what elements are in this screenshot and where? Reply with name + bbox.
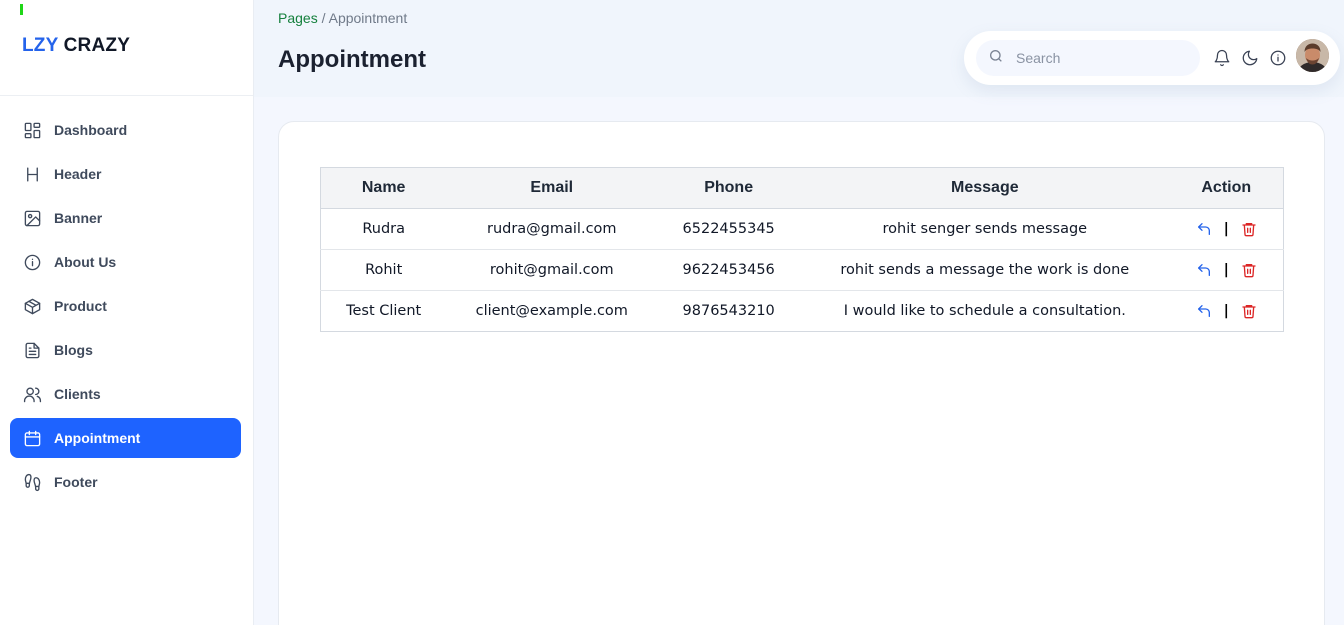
cell-actions: | xyxy=(1169,208,1284,250)
column-header-email: Email xyxy=(446,167,658,209)
sidebar-item-product[interactable]: Product xyxy=(10,286,241,326)
sidebar-item-appointment[interactable]: Appointment xyxy=(10,418,241,458)
users-icon xyxy=(22,384,42,404)
dashboard-icon xyxy=(22,120,42,140)
trash-icon[interactable] xyxy=(1241,221,1257,237)
sidebar-item-footer[interactable]: Footer xyxy=(10,462,241,502)
avatar[interactable] xyxy=(1296,39,1329,72)
brand-part-1: LZY xyxy=(22,35,59,56)
cell-name: Test Client xyxy=(346,303,422,319)
sidebar-item-label: About Us xyxy=(54,254,117,270)
column-header-action: Action xyxy=(1169,167,1284,209)
table-row: Rudra rudra@gmail.com 6522455345 rohit s… xyxy=(320,208,1284,250)
cell-name: Rudra xyxy=(320,208,447,250)
cell-message: I would like to schedule a consultation. xyxy=(843,303,1126,319)
sidebar-item-header[interactable]: Header xyxy=(10,154,241,194)
sidebar: LZY CRAZY Dashboard Header Banner About … xyxy=(0,0,254,625)
sidebar-item-label: Footer xyxy=(54,474,98,490)
info-icon xyxy=(22,252,42,272)
top-bar: Pages / Appointment Appointment xyxy=(254,0,1344,97)
heading-icon xyxy=(22,164,42,184)
sidebar-item-label: Banner xyxy=(54,210,103,226)
sidebar-item-clients[interactable]: Clients xyxy=(10,374,241,414)
column-header-message: Message xyxy=(800,167,1170,209)
brand-part-2: CRAZY xyxy=(63,35,131,56)
appointment-table: Name Email Phone Message Action Rudra ru… xyxy=(320,167,1284,332)
footprints-icon xyxy=(22,472,42,492)
cell-actions: | xyxy=(1170,291,1284,332)
sidebar-item-dashboard[interactable]: Dashboard xyxy=(10,110,241,150)
cell-phone: 9876543210 xyxy=(682,303,775,319)
sidebar-item-label: Appointment xyxy=(54,430,141,446)
cell-phone: 6522455345 xyxy=(657,208,801,250)
trash-icon[interactable] xyxy=(1241,303,1257,319)
cell-name: Rohit xyxy=(320,249,447,291)
calendar-icon xyxy=(22,428,42,448)
image-icon xyxy=(22,208,42,228)
reply-icon[interactable] xyxy=(1196,262,1212,278)
column-header-name: Name xyxy=(320,167,447,209)
info-icon[interactable] xyxy=(1269,49,1287,67)
divider xyxy=(0,95,253,96)
cell-email: rudra@gmail.com xyxy=(446,208,658,250)
appointment-card: Name Email Phone Message Action Rudra ru… xyxy=(278,121,1325,625)
action-separator: | xyxy=(1223,221,1229,237)
sidebar-nav: Dashboard Header Banner About Us Product xyxy=(10,110,241,506)
sidebar-item-about-us[interactable]: About Us xyxy=(10,242,241,282)
search-icon xyxy=(988,48,1004,69)
sidebar-item-banner[interactable]: Banner xyxy=(10,198,241,238)
table-row: Rohit rohit@gmail.com 9622453456 rohit s… xyxy=(320,249,1284,291)
action-separator: | xyxy=(1223,262,1229,278)
sidebar-item-blogs[interactable]: Blogs xyxy=(10,330,241,370)
sidebar-item-label: Dashboard xyxy=(54,122,128,138)
box-icon xyxy=(22,296,42,316)
table-row: Test Client client@example.com 987654321… xyxy=(321,291,1284,332)
sidebar-item-label: Blogs xyxy=(54,342,93,358)
cell-email: rohit@gmail.com xyxy=(446,249,658,291)
reply-icon[interactable] xyxy=(1196,221,1212,237)
cell-phone: 9622453456 xyxy=(657,249,801,291)
brand-logo[interactable]: LZY CRAZY xyxy=(22,35,130,57)
cell-actions: | xyxy=(1169,249,1284,291)
cell-message: rohit sends a message the work is done xyxy=(800,249,1170,291)
column-header-phone: Phone xyxy=(657,167,801,209)
reply-icon[interactable] xyxy=(1196,303,1212,319)
trash-icon[interactable] xyxy=(1241,262,1257,278)
table-header-row: Name Email Phone Message Action xyxy=(320,167,1284,209)
document-icon xyxy=(22,340,42,360)
cell-message: rohit senger sends message xyxy=(800,208,1170,250)
sidebar-item-label: Product xyxy=(54,298,107,314)
search-box[interactable] xyxy=(976,40,1200,76)
breadcrumb-root-link[interactable]: Pages xyxy=(278,10,318,26)
search-input[interactable] xyxy=(1016,50,1176,66)
indicator-mark xyxy=(20,4,23,15)
breadcrumb-separator: / xyxy=(317,10,329,26)
moon-icon[interactable] xyxy=(1241,49,1259,67)
cell-email: client@example.com xyxy=(475,303,628,319)
breadcrumb-current: Appointment xyxy=(328,10,408,26)
sidebar-item-label: Clients xyxy=(54,386,101,402)
breadcrumb: Pages / Appointment xyxy=(278,10,407,26)
page-title: Appointment xyxy=(278,46,426,73)
action-separator: | xyxy=(1223,303,1229,319)
top-toolbar xyxy=(964,31,1340,85)
sidebar-item-label: Header xyxy=(54,166,102,182)
bell-icon[interactable] xyxy=(1213,49,1231,67)
